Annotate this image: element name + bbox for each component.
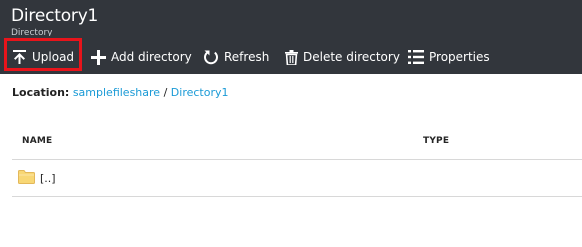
refresh-icon: [203, 49, 219, 65]
command-bar: Upload Add directory Refresh Delete dire…: [0, 40, 582, 74]
row-name: [..]: [40, 172, 56, 185]
breadcrumb-separator: /: [163, 86, 168, 99]
add-directory-button[interactable]: Add directory: [91, 40, 192, 74]
folder-icon: [18, 169, 35, 188]
refresh-label: Refresh: [224, 50, 270, 64]
table-row[interactable]: [..]: [12, 161, 582, 196]
location-label: Location:: [12, 86, 70, 99]
refresh-button[interactable]: Refresh: [203, 40, 269, 74]
breadcrumb-directory-link[interactable]: Directory1: [171, 86, 229, 99]
delete-directory-label: Delete directory: [303, 50, 400, 64]
delete-directory-button[interactable]: Delete directory: [285, 40, 400, 74]
breadcrumb: Location: samplefileshare / Directory1: [12, 86, 229, 99]
row-divider: [12, 196, 582, 197]
page-title: Directory1: [11, 6, 99, 26]
properties-label: Properties: [429, 50, 490, 64]
header-divider: [12, 159, 582, 160]
plus-icon: [91, 49, 106, 65]
column-header-name[interactable]: NAME: [22, 136, 52, 146]
add-directory-label: Add directory: [111, 50, 192, 64]
upload-highlight-box: [4, 38, 82, 71]
properties-button[interactable]: Properties: [408, 40, 490, 74]
breadcrumb-share-link[interactable]: samplefileshare: [73, 86, 160, 99]
list-icon: [408, 50, 424, 64]
page-subtitle: Directory: [11, 28, 53, 36]
column-header-type[interactable]: TYPE: [423, 136, 449, 146]
trash-icon: [285, 49, 298, 65]
